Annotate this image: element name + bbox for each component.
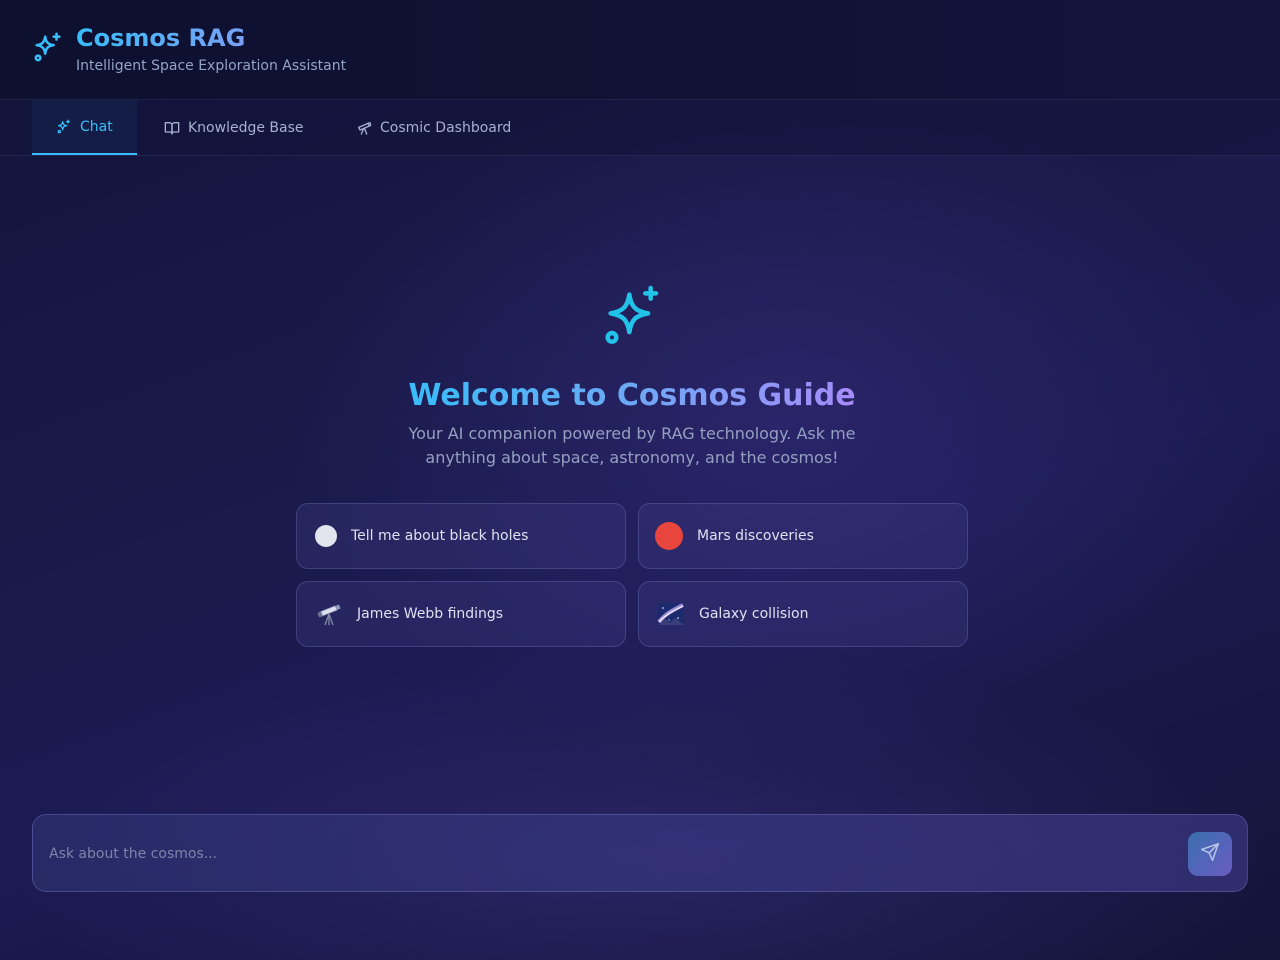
suggestion-galaxy-collision[interactable]: Galaxy collision bbox=[638, 581, 968, 647]
sparkles-icon bbox=[56, 119, 72, 135]
send-button[interactable] bbox=[1188, 832, 1232, 876]
suggestion-black-holes[interactable]: Tell me about black holes bbox=[296, 503, 626, 569]
app-header: Cosmos RAG Intelligent Space Exploration… bbox=[0, 0, 1280, 100]
suggestion-label: Tell me about black holes bbox=[351, 528, 529, 544]
welcome-title-text: Welcome to Cosmos Guide bbox=[408, 378, 856, 413]
white-circle-icon bbox=[315, 525, 337, 547]
app-subtitle: Intelligent Space Exploration Assistant bbox=[76, 58, 347, 74]
welcome-description: Your AI companion powered by RAG technol… bbox=[408, 424, 856, 467]
tab-cosmic-dashboard[interactable]: Cosmic Dashboard bbox=[332, 100, 535, 155]
sparkles-icon bbox=[600, 284, 664, 348]
suggestion-label: Mars discoveries bbox=[697, 528, 814, 544]
suggestion-james-webb[interactable]: James Webb findings bbox=[296, 581, 626, 647]
telescope-icon bbox=[356, 120, 372, 136]
tab-knowledge-base[interactable]: Knowledge Base bbox=[140, 100, 328, 155]
milky-way-emoji-icon bbox=[657, 600, 685, 628]
sparkles-icon bbox=[28, 28, 68, 68]
chat-input[interactable] bbox=[49, 839, 1169, 869]
tab-label: Knowledge Base bbox=[188, 119, 304, 136]
send-icon bbox=[1200, 842, 1220, 866]
tab-label: Chat bbox=[80, 118, 113, 135]
welcome-title: Welcome to Cosmos Guide bbox=[0, 378, 1264, 413]
app-title: Cosmos RAG bbox=[76, 24, 246, 52]
suggestion-label: James Webb findings bbox=[357, 606, 504, 622]
book-open-icon bbox=[164, 120, 180, 136]
tab-bar: Chat Knowledge Base Cosmic Dashboard bbox=[0, 100, 1280, 156]
red-circle-icon bbox=[655, 522, 683, 550]
telescope-emoji-icon bbox=[315, 600, 343, 628]
tab-label: Cosmic Dashboard bbox=[380, 119, 512, 136]
suggestion-mars[interactable]: Mars discoveries bbox=[638, 503, 968, 569]
chat-composer bbox=[32, 814, 1248, 892]
tab-chat[interactable]: Chat bbox=[32, 100, 137, 155]
suggestion-label: Galaxy collision bbox=[699, 606, 809, 622]
